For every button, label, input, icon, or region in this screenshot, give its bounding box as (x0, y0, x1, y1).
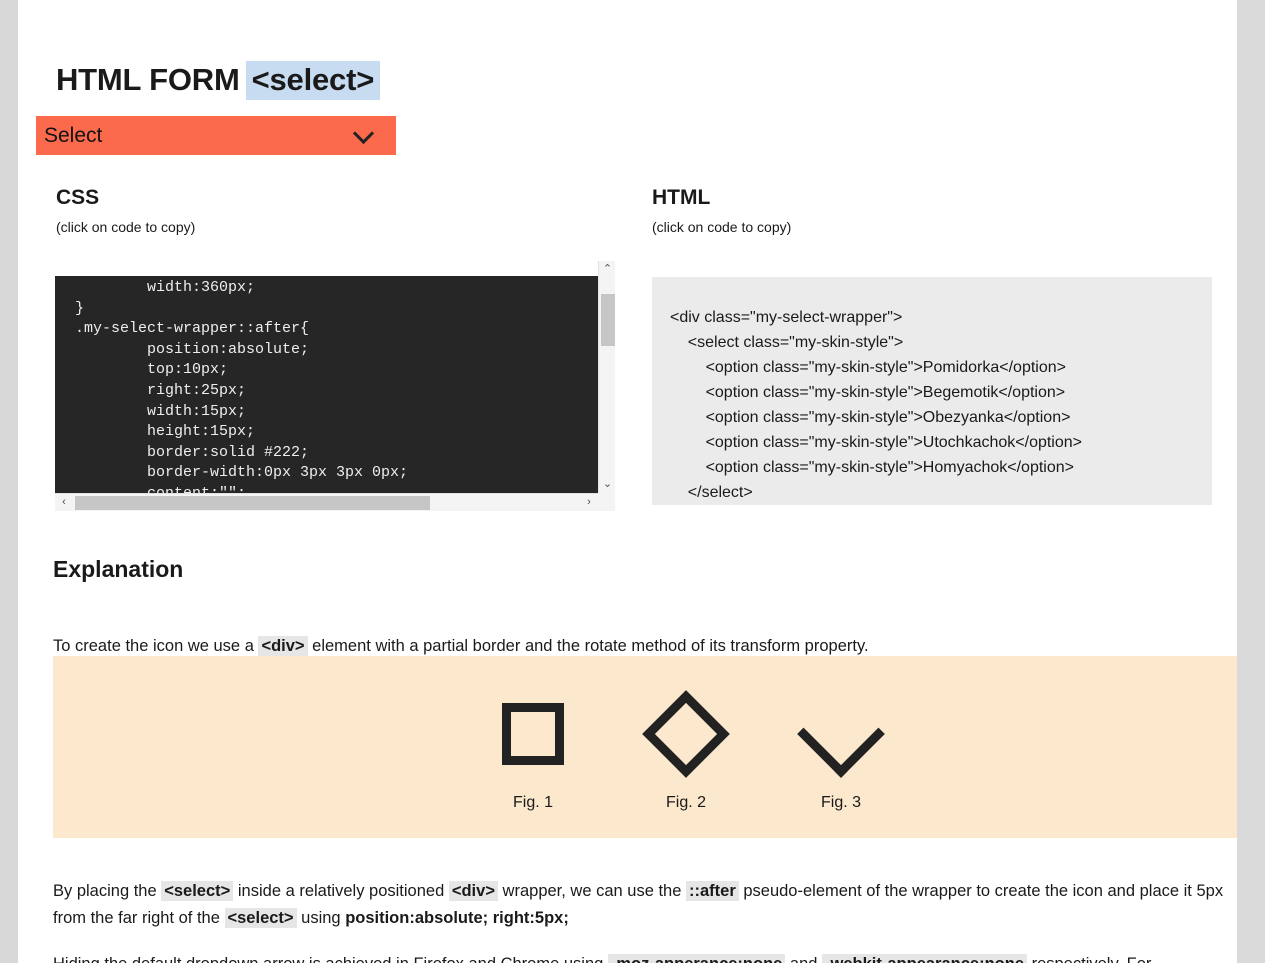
inline-code-webkit-appearance: -webkit-appearance:none (822, 953, 1027, 963)
figure-3-stage (751, 680, 931, 788)
page-title: HTML FORM <select> (56, 60, 381, 100)
css-code-vertical-scrollbar[interactable]: ⌃ ⌄ (598, 261, 615, 493)
inline-code-after: ::after (686, 880, 739, 901)
chevron-down-shape-icon (797, 690, 885, 778)
css-code-scroll-corner (598, 493, 615, 511)
inline-code-moz-appearance: -moz-apperance:none (607, 953, 786, 963)
scroll-down-icon[interactable]: ⌄ (599, 476, 616, 493)
page-title-main: HTML FORM (56, 61, 240, 97)
html-code-block[interactable]: <div class="my-select-wrapper"> <select … (652, 277, 1212, 505)
html-column-subtitle: (click on code to copy) (652, 219, 792, 235)
figure-3-caption: Fig. 3 (820, 794, 861, 811)
scroll-left-icon[interactable]: ‹ (55, 494, 73, 511)
text-run: wrapper, we can use the (497, 881, 686, 900)
text-run: Hiding the default dropdown arrow is ach… (53, 955, 608, 963)
inline-code-position: position:absolute; right:5px; (345, 908, 569, 927)
square-outline-icon (502, 703, 564, 765)
text-run: To create the icon we use a (53, 636, 259, 655)
inline-code-div: <div> (448, 880, 498, 901)
inline-code-div: <div> (258, 635, 308, 656)
text-run: and (785, 955, 822, 963)
scroll-right-icon[interactable]: › (580, 494, 598, 511)
left-page-gutter (0, 0, 18, 963)
explanation-heading: Explanation (53, 556, 184, 582)
select-demo-wrapper: SelectPomidorkaBegemotikObezyankaUtochka… (36, 116, 396, 155)
css-code-horizontal-scrollbar[interactable]: ‹ › (55, 493, 598, 511)
inline-code-select-2: <select> (224, 907, 297, 928)
page-title-tag: <select> (245, 60, 381, 100)
text-run: inside a relatively positioned (233, 881, 449, 900)
figure-3: Fig. 3 (751, 680, 931, 812)
text-run: using (296, 908, 346, 927)
explanation-paragraph-3: Hiding the default dropdown arrow is ach… (53, 951, 1237, 963)
text-run: element with a partial border and the ro… (307, 636, 869, 655)
figure-2-caption: Fig. 2 (665, 794, 706, 811)
text-run: respectively. For (1027, 955, 1152, 963)
inline-code-select: <select> (161, 880, 234, 901)
select-input[interactable]: SelectPomidorkaBegemotikObezyankaUtochka… (36, 116, 396, 155)
figures-band: Fig. 1 Fig. 2 Fig. 3 (53, 656, 1237, 838)
html-column-heading: HTML (652, 186, 711, 209)
css-code-vertical-scroll-thumb[interactable] (601, 294, 615, 346)
rotated-square-outline-icon (642, 690, 730, 778)
css-code-horizontal-scroll-thumb[interactable] (75, 496, 430, 510)
css-column-subtitle: (click on code to copy) (56, 219, 196, 235)
explanation-paragraph-2: By placing the <select> inside a relativ… (53, 878, 1237, 932)
css-column-heading: CSS (56, 186, 100, 209)
figure-2-stage (596, 680, 776, 788)
css-code-panel[interactable]: width:360px; } .my-select-wrapper::after… (55, 261, 615, 511)
text-run: By placing the (53, 881, 162, 900)
page-vertical-scrollbar[interactable] (1237, 0, 1265, 963)
page-content: HTML FORM<select> SelectPomidorkaBegemot… (18, 0, 1237, 963)
css-code-block[interactable]: width:360px; } .my-select-wrapper::after… (55, 276, 598, 508)
figure-2: Fig. 2 (596, 680, 776, 812)
scroll-up-icon[interactable]: ⌃ (599, 261, 616, 278)
